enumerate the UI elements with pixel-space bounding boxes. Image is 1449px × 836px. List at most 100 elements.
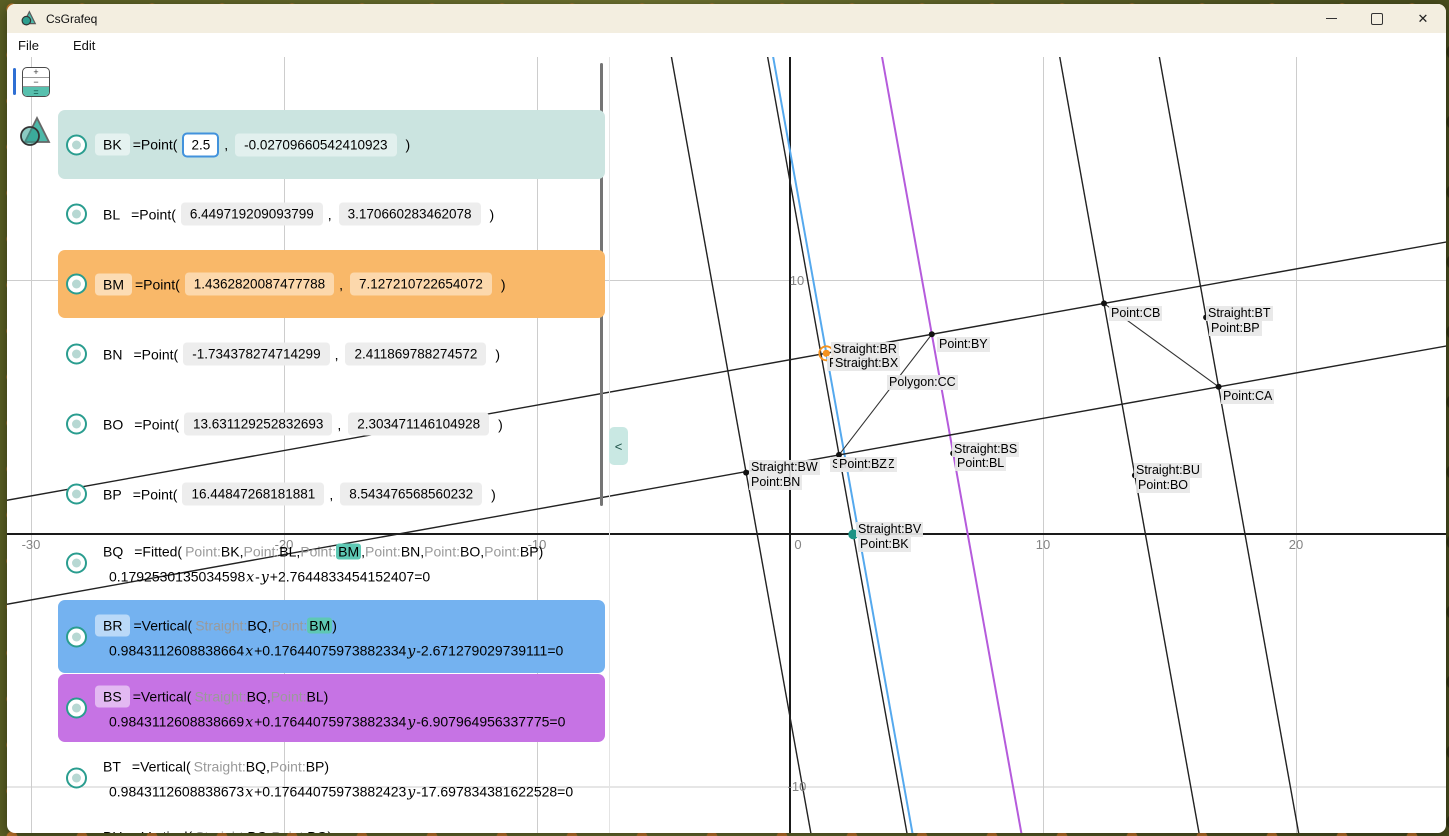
- close-paren: ): [406, 137, 411, 153]
- expression-row-BK[interactable]: BK=Point(2.5,-0.02709660542410923): [58, 110, 605, 179]
- close-paren: ): [491, 486, 496, 502]
- arg-reference[interactable]: BM: [307, 617, 332, 633]
- point-y-input[interactable]: 8.543476568560232: [340, 483, 482, 506]
- close-paren: ): [328, 829, 333, 834]
- visibility-radio[interactable]: [66, 553, 87, 574]
- app-logo-icon: [20, 10, 37, 27]
- expression-equation: 0.1792530135034598x-y+2.7644833454152407…: [109, 569, 599, 586]
- geometry-tool-icon[interactable]: [18, 115, 52, 149]
- arg-reference[interactable]: BQ: [247, 689, 267, 705]
- visibility-radio[interactable]: [66, 768, 87, 789]
- function-name: =Vertical(: [133, 689, 192, 705]
- close-paren: ): [490, 206, 495, 222]
- visibility-radio[interactable]: [66, 626, 87, 647]
- expression-equation: 0.9843112608838664x+0.17644075973882334y…: [109, 642, 599, 659]
- arg-reference[interactable]: BO: [307, 829, 327, 834]
- function-name: =Vertical(: [133, 829, 192, 834]
- function-name: =Point(: [133, 137, 178, 153]
- point-x-input[interactable]: 6.449719209093799: [181, 203, 323, 226]
- expression-row-BO[interactable]: BO=Point(13.631129252832693,2.3034711461…: [58, 399, 605, 449]
- arg-reference[interactable]: BL: [279, 544, 296, 560]
- point-y-input[interactable]: 2.303471146104928: [348, 413, 489, 436]
- expression-row-BU[interactable]: BU=Vertical(Straight:BQ,Point:BO)0.98431…: [58, 815, 605, 833]
- arg-type-prefix: Point:: [271, 829, 307, 834]
- comma: ,: [335, 346, 339, 362]
- arg-type-prefix: Point:: [271, 617, 307, 633]
- expression-id[interactable]: BU: [95, 826, 130, 834]
- active-tool-indicator: [13, 68, 16, 95]
- menu-item-file[interactable]: File: [12, 36, 45, 55]
- close-paren: ): [332, 617, 337, 633]
- expression-row-BP[interactable]: BP=Point(16.44847268181881,8.54347656856…: [58, 469, 605, 519]
- minimize-button[interactable]: [1308, 4, 1354, 33]
- radio-dot: [72, 774, 81, 783]
- expression-id[interactable]: BM: [95, 273, 132, 295]
- function-name: =Point(: [131, 206, 176, 222]
- expression-id[interactable]: BP: [95, 483, 130, 505]
- close-paren: ): [324, 759, 329, 775]
- arg-type-prefix: Point:: [243, 544, 279, 560]
- arg-reference[interactable]: BL: [307, 689, 324, 705]
- expression-id[interactable]: BN: [95, 343, 130, 365]
- expression-equation: 0.9843112608838673x+0.17644075973882423y…: [109, 784, 599, 801]
- maximize-button[interactable]: [1354, 4, 1400, 33]
- expression-content: BQ=Fitted(Point:BK,Point:BL,Point:BM,Poi…: [95, 541, 599, 586]
- arg-reference[interactable]: BO: [460, 544, 480, 560]
- visibility-radio[interactable]: [66, 484, 87, 505]
- point-y-input[interactable]: 3.170660283462078: [339, 203, 481, 226]
- expression-row-BM[interactable]: BM=Point(1.4362820087477788,7.1272107226…: [58, 250, 605, 318]
- point-x-input[interactable]: -1.734378274714299: [183, 343, 329, 366]
- visibility-radio[interactable]: [66, 204, 87, 225]
- expression-row-BN[interactable]: BN=Point(-1.734378274714299,2.4118697882…: [58, 329, 605, 379]
- visibility-radio[interactable]: [66, 344, 87, 365]
- point-y-input[interactable]: 7.127210722654072: [350, 273, 492, 296]
- comma: ,: [337, 416, 341, 432]
- arg-type-prefix: Point:: [185, 544, 221, 560]
- comma: ,: [329, 486, 333, 502]
- expression-panel: < BK=Point(2.5,-0.02709660542410923)BL=P…: [7, 57, 1446, 833]
- visibility-radio[interactable]: [66, 414, 87, 435]
- point-x-input[interactable]: 16.44847268181881: [182, 483, 324, 506]
- app-window: -30-20-100102010-10 Straight:BRPoint:BMS…: [7, 4, 1446, 833]
- arg-reference[interactable]: BM: [336, 544, 361, 560]
- arg-reference[interactable]: BQ: [247, 617, 267, 633]
- panel-collapse-button[interactable]: <: [609, 427, 628, 465]
- expression-row-BQ[interactable]: BQ=Fitted(Point:BK,Point:BL,Point:BM,Poi…: [58, 531, 605, 595]
- expression-id[interactable]: BQ: [95, 541, 131, 563]
- arg-reference[interactable]: BP: [306, 759, 325, 775]
- point-x-input[interactable]: 13.631129252832693: [184, 413, 332, 436]
- visibility-radio[interactable]: [66, 274, 87, 295]
- arg-reference[interactable]: BQ: [247, 829, 267, 834]
- visibility-radio[interactable]: [66, 134, 87, 155]
- expression-content: BP=Point(16.44847268181881,8.54347656856…: [95, 483, 599, 506]
- expression-row-BR[interactable]: BR=Vertical(Straight:BQ,Point:BM)0.98431…: [58, 600, 605, 673]
- arg-reference[interactable]: BQ: [246, 759, 266, 775]
- menu-item-edit[interactable]: Edit: [67, 36, 101, 55]
- arg-reference[interactable]: BN: [401, 544, 420, 560]
- expression-id[interactable]: BO: [95, 413, 131, 435]
- close-button[interactable]: ✕: [1400, 4, 1446, 33]
- point-x-input[interactable]: 1.4362820087477788: [185, 273, 334, 296]
- expression-row-BS[interactable]: BS=Vertical(Straight:BQ,Point:BL)0.98431…: [58, 674, 605, 742]
- radio-dot: [72, 280, 81, 289]
- close-paren: ): [324, 689, 329, 705]
- point-y-input[interactable]: -0.02709660542410923: [235, 133, 396, 156]
- expression-row-BL[interactable]: BL=Point( 6.449719209093799, 3.17066028346…: [58, 189, 605, 239]
- expression-content: BT=Vertical(Straight:BQ,Point:BP)0.98431…: [95, 756, 599, 801]
- arg-type-prefix: Point:: [270, 759, 306, 775]
- visibility-radio[interactable]: [66, 698, 87, 719]
- expression-content: BL=Point( 6.449719209093799, 3.17066028346…: [95, 203, 599, 226]
- arg-reference[interactable]: BP: [520, 544, 539, 560]
- point-x-input[interactable]: 2.5: [182, 132, 219, 157]
- point-y-input[interactable]: 2.411869788274572: [345, 343, 486, 366]
- expression-id[interactable]: BS: [95, 686, 130, 708]
- expression-id[interactable]: BR: [95, 614, 130, 636]
- expression-row-BT[interactable]: BT=Vertical(Straight:BQ,Point:BP)0.98431…: [58, 745, 605, 811]
- arg-reference[interactable]: BK: [221, 544, 240, 560]
- comma: ,: [328, 206, 332, 222]
- expression-id[interactable]: BK: [95, 134, 130, 156]
- expression-content: BK=Point(2.5,-0.02709660542410923): [95, 132, 599, 157]
- expression-list-tool-icon[interactable]: +−=: [22, 67, 50, 97]
- expression-id[interactable]: BT: [95, 756, 129, 778]
- expression-id[interactable]: BL: [95, 203, 128, 225]
